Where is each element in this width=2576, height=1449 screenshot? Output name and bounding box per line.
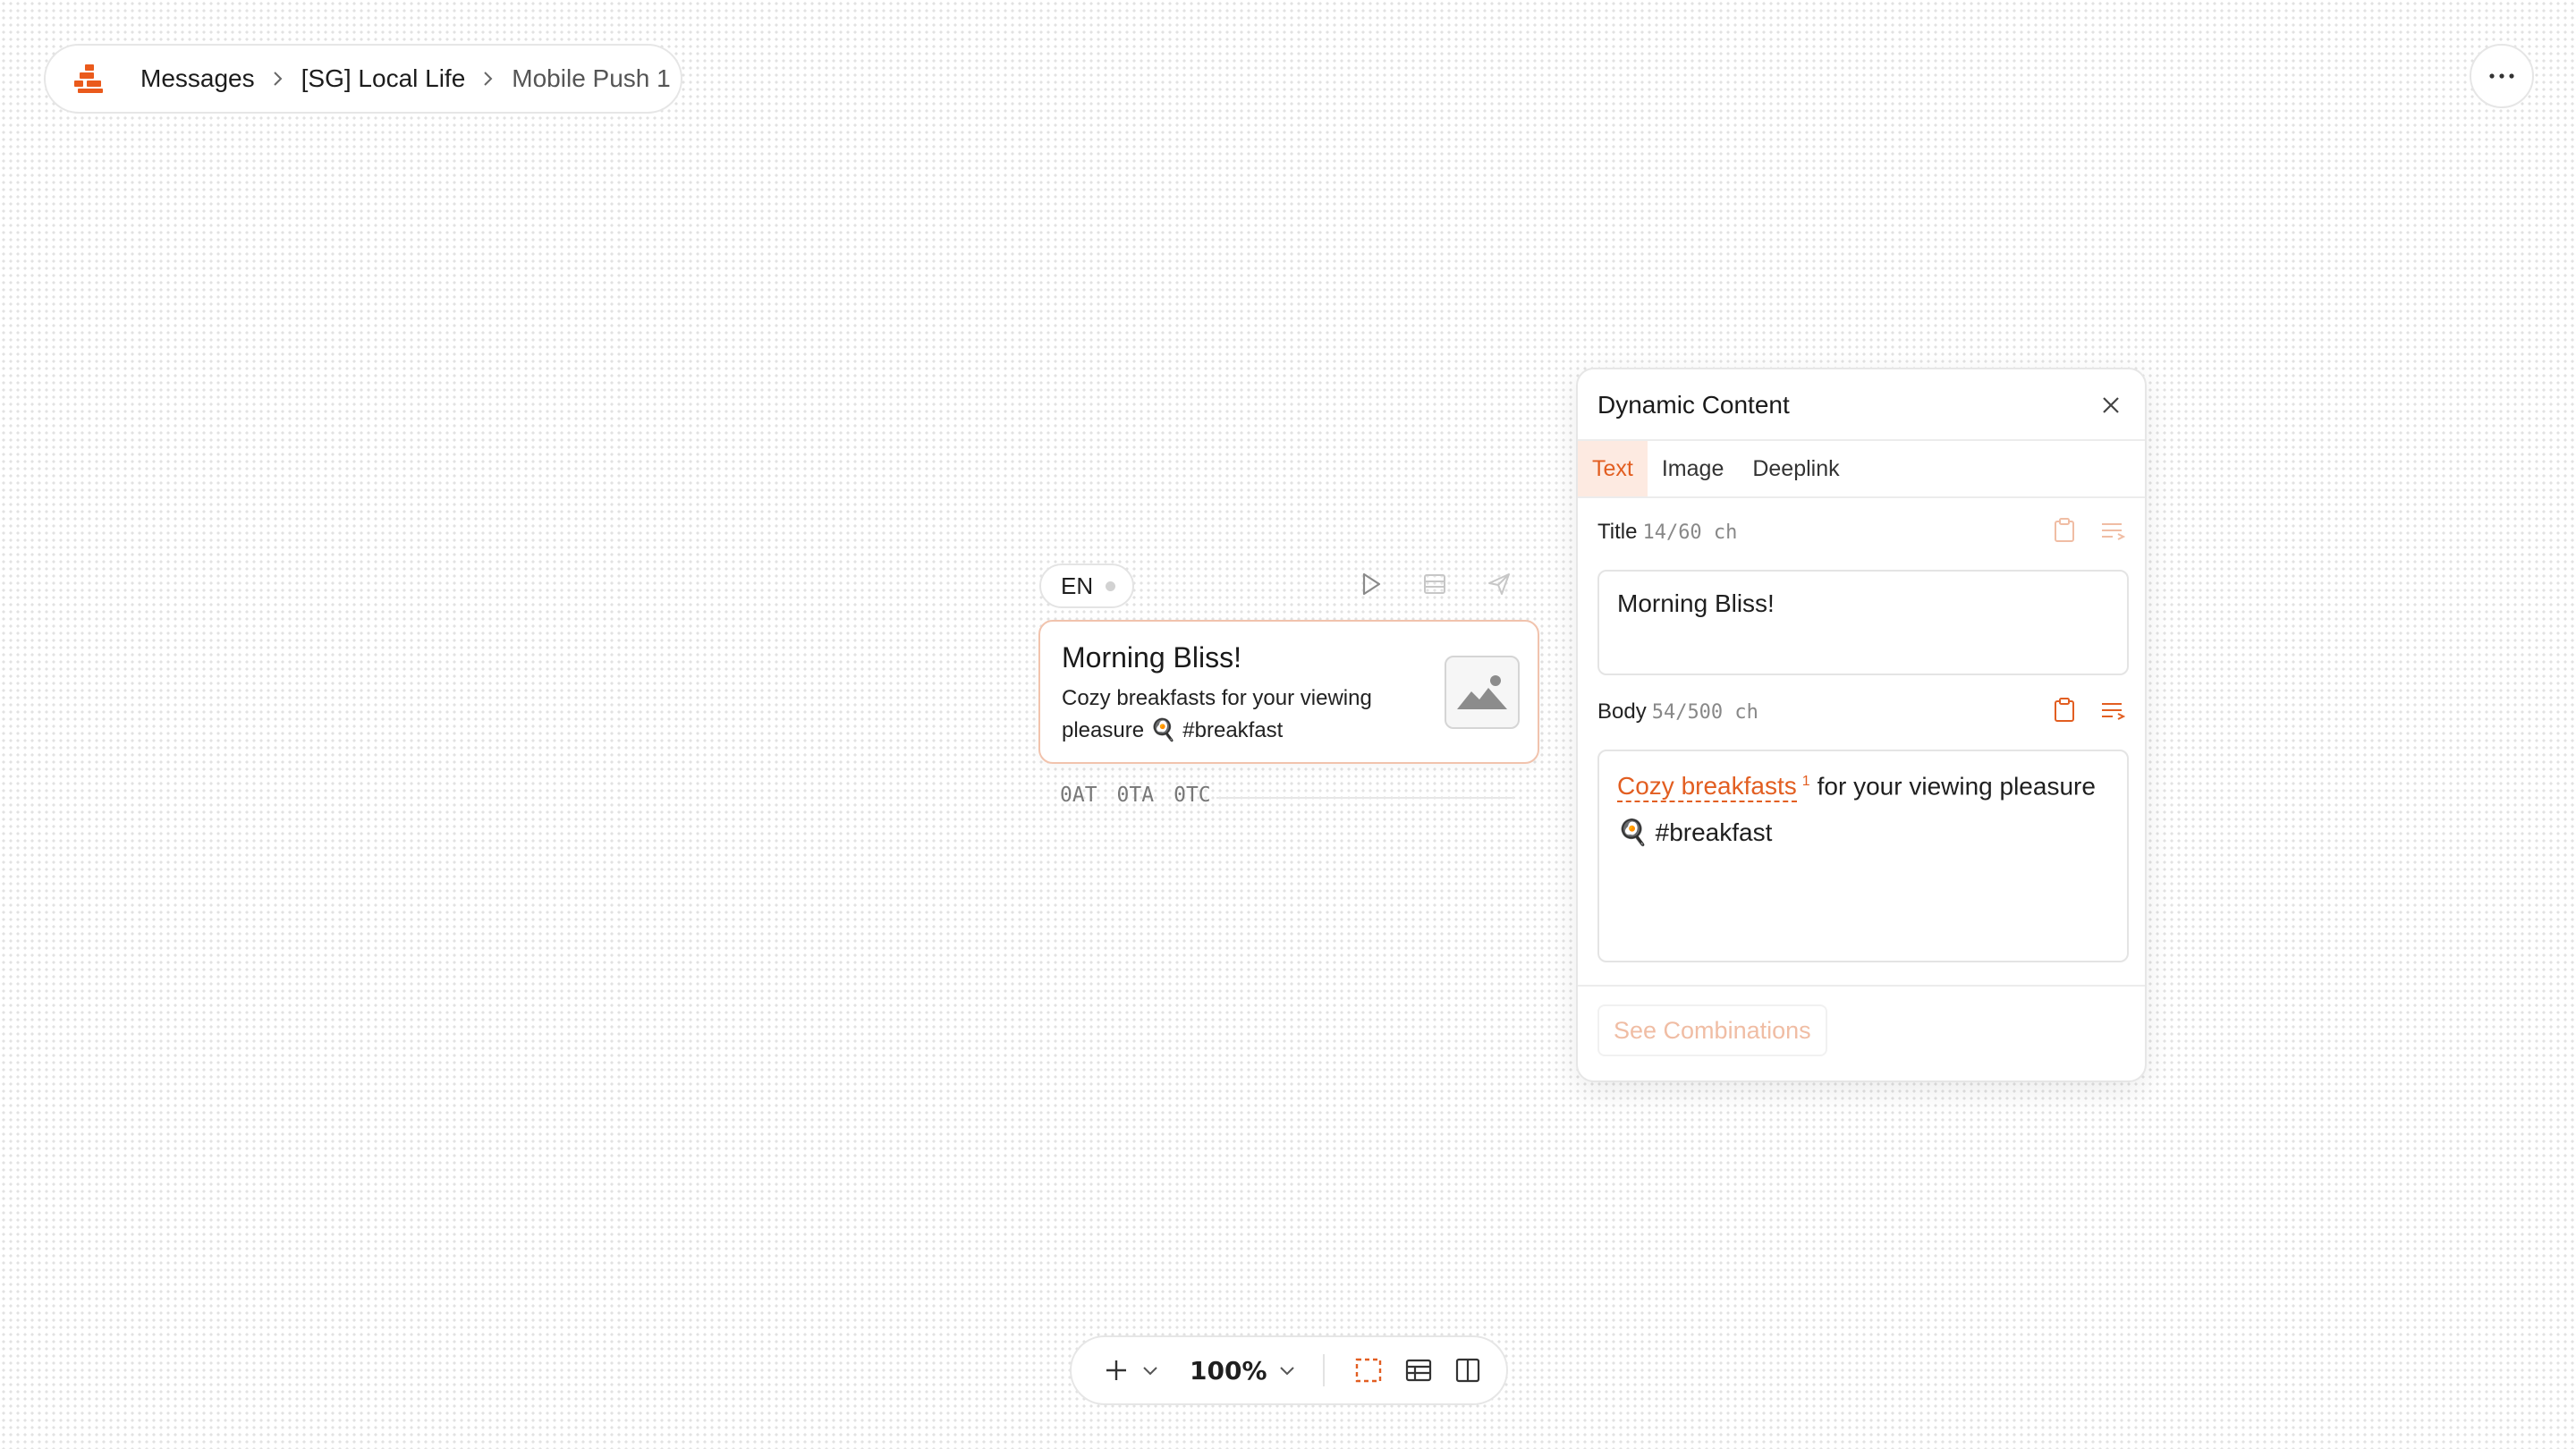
send-icon[interactable] [1487,572,1512,601]
see-combinations-button[interactable]: See Combinations [1597,1004,1827,1056]
split-view-icon[interactable] [1455,1358,1480,1383]
plus-icon [1106,1360,1126,1380]
canvas-toolbar: 100% [1070,1335,1508,1405]
dynamic-text-token[interactable]: Cozy breakfasts [1617,772,1797,803]
table-view-icon[interactable] [1405,1359,1432,1382]
breadcrumb-item-campaign[interactable]: [SG] Local Life [301,64,466,93]
zoom-level[interactable]: 100% [1190,1356,1267,1385]
divider [1322,1354,1325,1386]
selection-frame-icon[interactable] [1355,1358,1382,1383]
layers-icon[interactable] [1422,573,1447,599]
title-char-count: 14/60 ch [1642,521,1738,544]
breadcrumb: Messages [SG] Local Life Mobile Push 1 [44,44,682,114]
image-placeholder-icon[interactable] [1445,656,1520,729]
body-label: Body [1597,699,1647,724]
panel-title: Dynamic Content [1597,391,1790,419]
body-field-label: Body 54/500 ch [1597,699,1758,724]
card-actions [1360,564,1512,608]
divider [1578,985,2145,987]
push-preview-card[interactable]: Morning Bliss! Cozy breakfasts for your … [1038,620,1539,764]
clipboard-icon[interactable] [2054,518,2075,547]
chevron-right-icon [269,70,287,88]
list-add-icon[interactable] [2100,699,2126,725]
close-icon[interactable] [2098,393,2123,418]
breadcrumb-item-messages[interactable]: Messages [140,64,255,93]
chevron-down-icon[interactable] [1141,1364,1159,1377]
tab-text[interactable]: Text [1578,441,1648,496]
body-text-line1: for your viewing pleasure [1817,772,2096,801]
push-title: Morning Bliss! [1062,641,1241,674]
panel-tabs: Text Image Deeplink [1578,441,2145,498]
language-label: EN [1061,572,1094,599]
tab-deeplink[interactable]: Deeplink [1738,441,1853,496]
title-input[interactable]: Morning Bliss! [1597,570,2129,675]
status-dot [1106,580,1116,591]
chevron-down-icon[interactable] [1278,1364,1296,1377]
divider [1216,797,1515,799]
stat-tc: 0TC [1174,784,1211,807]
breadcrumb-item-current: Mobile Push 1 [512,64,671,92]
delivery-stats: 0AT 0TA 0TC [1060,784,1211,807]
language-pill[interactable]: EN [1039,564,1134,608]
app-logo-icon[interactable] [74,64,110,93]
title-input-value: Morning Bliss! [1617,589,1775,617]
chevron-right-icon [479,70,497,88]
push-body: Cozy breakfasts for your viewing pleasur… [1062,686,1372,742]
tab-image[interactable]: Image [1648,441,1738,496]
body-text-line2: 🍳 #breakfast [1617,818,1773,847]
body-char-count: 54/500 ch [1651,701,1758,724]
more-options-button[interactable] [2470,44,2534,108]
ellipsis-icon [2489,73,2514,79]
dynamic-token-index: 1 [1801,774,1810,789]
add-button[interactable] [1104,1358,1129,1383]
stat-at: 0AT [1060,784,1097,807]
clipboard-icon[interactable] [2054,698,2075,727]
body-field-actions [2054,698,2126,727]
panel-header: Dynamic Content [1578,369,2145,441]
title-field-actions [2054,518,2126,547]
dynamic-content-panel: Dynamic Content Text Image Deeplink Titl… [1576,368,2147,1082]
title-field-label: Title 14/60 ch [1597,520,1737,545]
play-icon[interactable] [1360,572,1383,601]
list-add-icon[interactable] [2100,520,2126,546]
title-label: Title [1597,520,1638,544]
stat-ta: 0TA [1116,784,1155,807]
body-input[interactable]: Cozy breakfasts 1 for your viewing pleasur… [1597,750,2129,962]
